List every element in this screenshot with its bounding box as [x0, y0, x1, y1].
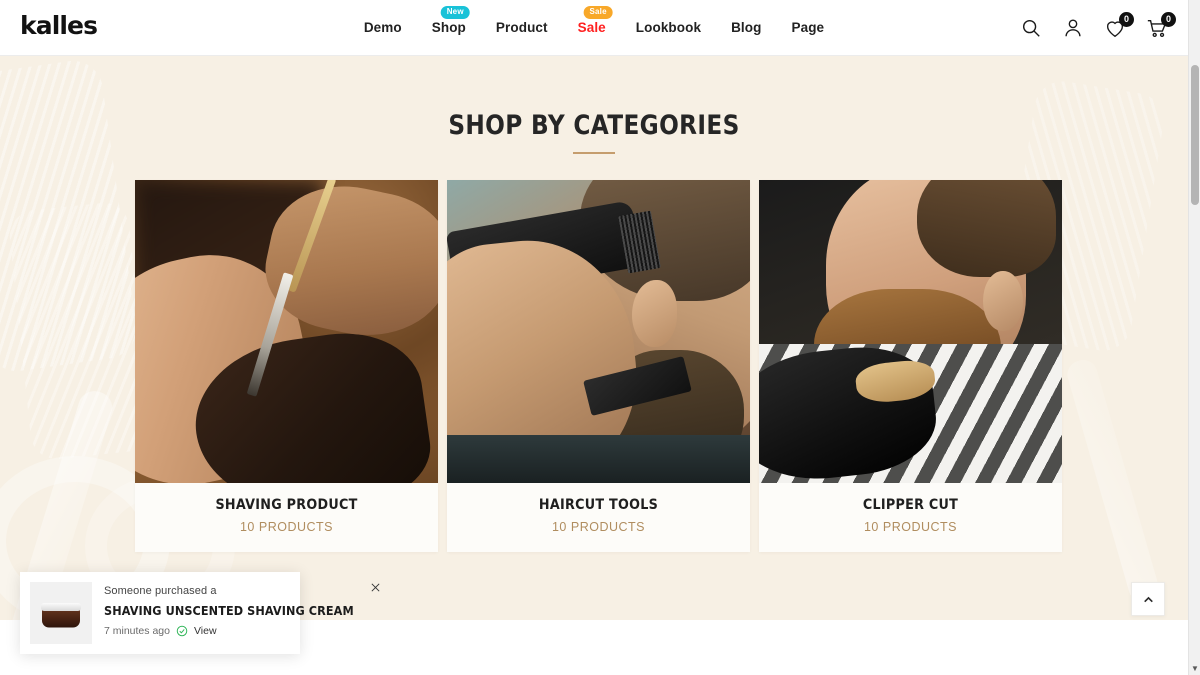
popup-meta-row: 7 minutes ago View	[104, 625, 382, 637]
category-name: SHAVING PRODUCT	[215, 497, 358, 513]
nav-item-lookbook[interactable]: Lookbook	[636, 0, 701, 56]
popup-subtitle: Someone purchased a	[104, 585, 217, 597]
section-title-divider	[573, 152, 615, 154]
haircut-tools-illustration	[447, 180, 750, 483]
nav-label-lookbook: Lookbook	[635, 20, 702, 35]
category-count: 10 PRODUCTS	[551, 519, 646, 534]
wishlist-heart-icon[interactable]: 0	[1104, 12, 1134, 39]
shop-by-categories-section: SHOP BY CATEGORIES SHAVING PRODUCT 10 PR…	[0, 56, 1188, 620]
section-title: SHOP BY CATEGORIES	[448, 110, 740, 141]
category-image-clipper-cut[interactable]	[759, 180, 1062, 483]
purchase-notification-popup[interactable]: Someone purchased a SHAVING UNSCENTED SH…	[20, 572, 380, 654]
search-icon[interactable]	[1020, 17, 1042, 39]
nav-label-shop: Shop	[431, 20, 466, 35]
nav-item-sale[interactable]: Sale Sale	[577, 0, 613, 56]
nav-item-page[interactable]: Page	[791, 0, 824, 56]
shaving-product-illustration	[135, 180, 438, 483]
user-icon[interactable]	[1062, 17, 1084, 39]
scrollbar-thumb[interactable]	[1191, 65, 1199, 205]
category-count: 10 PRODUCTS	[863, 519, 958, 534]
category-image-haircut-tools[interactable]	[447, 180, 750, 483]
popup-timestamp: 7 minutes ago	[104, 624, 170, 637]
site-logo[interactable]: kalles	[20, 13, 98, 38]
watermark-razor-right	[1064, 356, 1162, 606]
product-thumbnail[interactable]	[30, 582, 92, 644]
popup-body: Someone purchased a SHAVING UNSCENTED SH…	[92, 572, 392, 654]
wishlist-count-badge: 0	[1119, 12, 1134, 27]
popup-view-link[interactable]: View	[194, 625, 217, 637]
nav-item-product[interactable]: Product	[496, 0, 548, 56]
main-navigation: Demo New Shop Product Sale Sale Lookbook…	[364, 0, 824, 56]
nav-label-page: Page	[791, 20, 825, 35]
popup-product-name[interactable]: SHAVING UNSCENTED SHAVING CREAM	[104, 604, 354, 618]
cart-icon[interactable]: 0	[1146, 12, 1176, 39]
header-icon-group: 0 0	[1020, 0, 1176, 56]
check-circle-icon	[176, 625, 188, 637]
site-header: kalles Demo New Shop Product Sale Sale L…	[0, 0, 1188, 56]
chevron-up-icon	[1143, 596, 1153, 602]
nav-item-blog[interactable]: Blog	[731, 0, 761, 56]
popup-close-icon[interactable]	[368, 580, 384, 596]
scrollbar-down-arrow[interactable]: ▼	[1189, 665, 1200, 673]
page-root: kalles Demo New Shop Product Sale Sale L…	[0, 0, 1200, 675]
nav-label-sale: Sale	[577, 20, 606, 35]
cart-count-badge: 0	[1161, 12, 1176, 27]
back-to-top-button[interactable]	[1131, 582, 1165, 616]
nav-label-blog: Blog	[731, 20, 762, 35]
nav-label-demo: Demo	[363, 20, 402, 35]
category-caption-haircut-tools: HAIRCUT TOOLS 10 PRODUCTS	[447, 483, 750, 552]
category-card-grid: SHAVING PRODUCT 10 PRODUCTS HAIRCUT TOOL…	[135, 180, 1062, 552]
category-card-shaving-product[interactable]: SHAVING PRODUCT 10 PRODUCTS	[135, 180, 438, 552]
nav-badge-new: New	[440, 6, 470, 19]
category-image-shaving-product[interactable]	[135, 180, 438, 483]
category-card-clipper-cut[interactable]: CLIPPER CUT 10 PRODUCTS	[759, 180, 1062, 552]
category-name: CLIPPER CUT	[862, 497, 959, 513]
nav-label-product: Product	[495, 20, 548, 35]
clipper-cut-illustration	[759, 180, 1062, 483]
nav-item-demo[interactable]: Demo	[364, 0, 402, 56]
category-caption-clipper-cut: CLIPPER CUT 10 PRODUCTS	[759, 483, 1062, 552]
vertical-scrollbar[interactable]: ▼	[1188, 0, 1200, 675]
category-caption-shaving-product: SHAVING PRODUCT 10 PRODUCTS	[135, 483, 438, 552]
shaving-cream-jar-lid	[41, 602, 81, 611]
category-card-haircut-tools[interactable]: HAIRCUT TOOLS 10 PRODUCTS	[447, 180, 750, 552]
nav-item-shop[interactable]: New Shop	[431, 0, 470, 56]
category-count: 10 PRODUCTS	[239, 519, 334, 534]
category-name: HAIRCUT TOOLS	[538, 497, 659, 513]
nav-badge-sale: Sale	[583, 6, 613, 19]
